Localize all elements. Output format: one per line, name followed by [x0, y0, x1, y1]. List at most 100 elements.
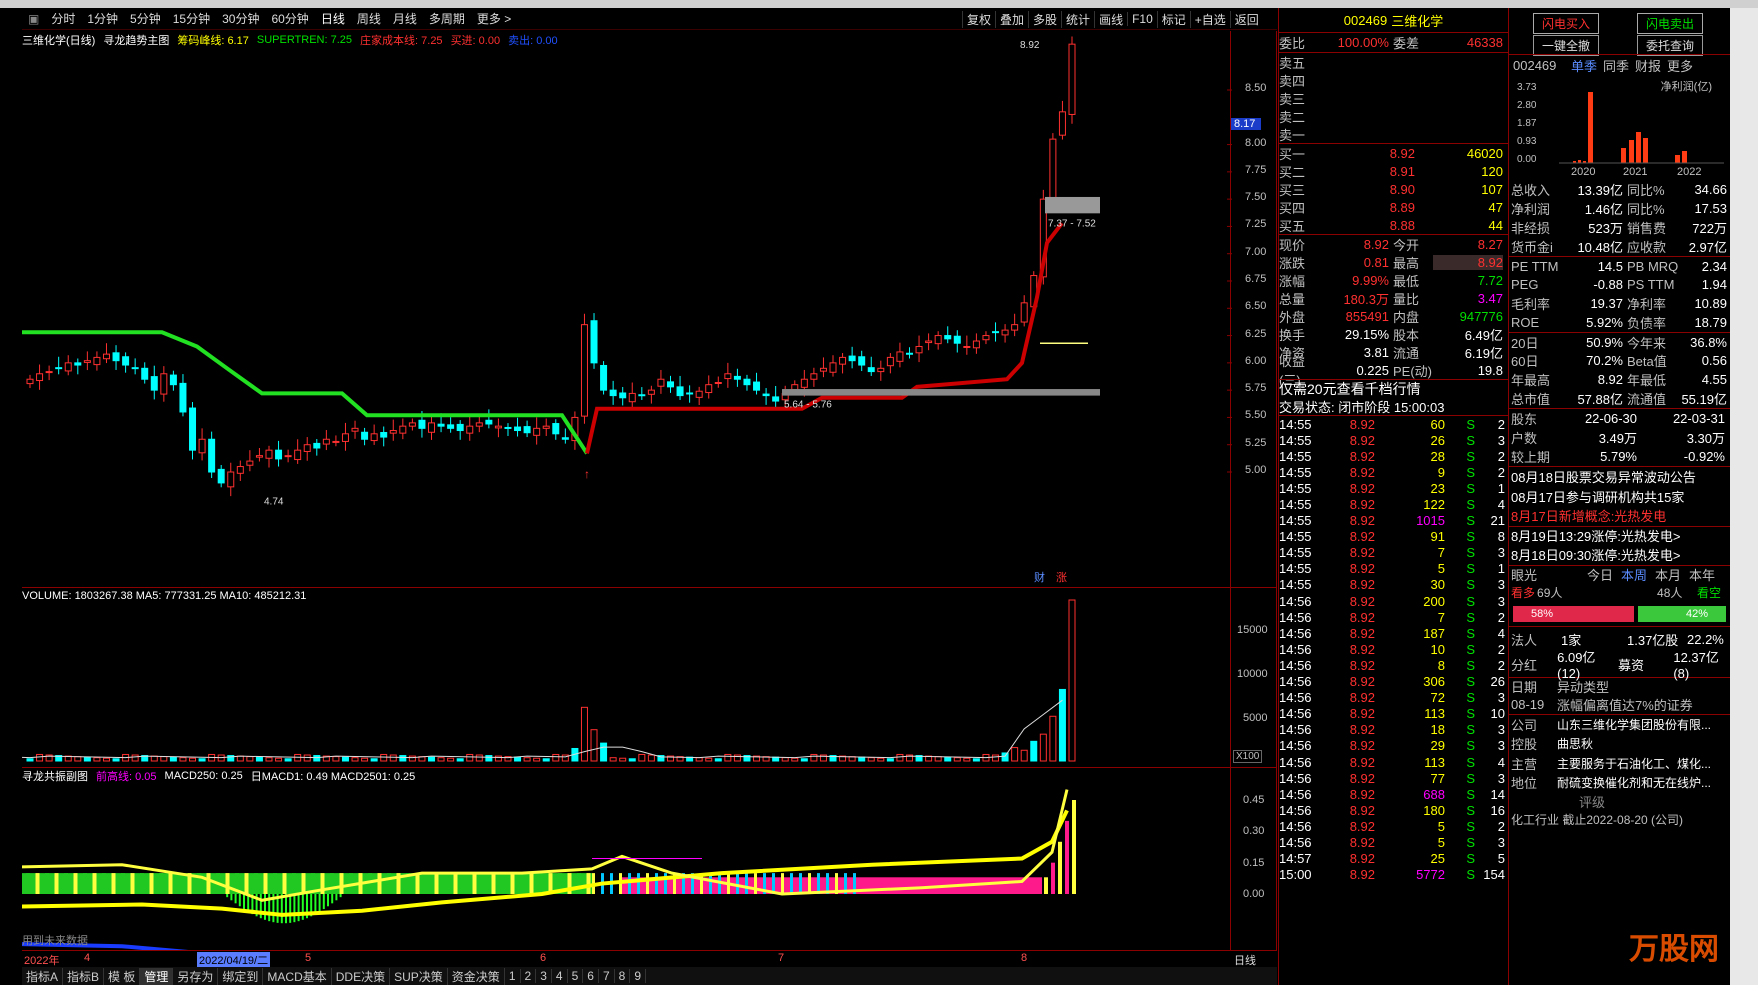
quick-buy-button[interactable]: 闪电买入 — [1533, 13, 1600, 34]
tick-time: 14:56 — [1279, 802, 1312, 818]
back-button[interactable]: 返回 — [1229, 10, 1263, 28]
tick-side: S — [1466, 722, 1475, 738]
mark-button[interactable]: 标记 — [1156, 10, 1190, 28]
news-item[interactable]: 08月18日股票交易异常波动公告 — [1509, 467, 1730, 487]
draw-line-button[interactable]: 画线 — [1094, 10, 1127, 28]
tab-num[interactable]: 4 — [552, 969, 568, 983]
yg-tab-month[interactable]: 本月 — [1655, 565, 1689, 584]
tick-time: 14:56 — [1279, 609, 1312, 625]
buy-level-label: 买二 — [1279, 164, 1306, 180]
tab-num[interactable]: 7 — [599, 969, 615, 983]
macd-hist-bar — [289, 894, 292, 923]
promo-text[interactable]: 仅需20元查看千档行情 — [1279, 379, 1421, 399]
add-watchlist-button[interactable]: +自选 — [1189, 10, 1230, 28]
tick-count: 3 — [1497, 432, 1505, 448]
macd-band-stripe — [292, 873, 296, 894]
news-title[interactable]: 08月18日股票交易异常波动公告 — [1511, 467, 1696, 486]
tab-save-as[interactable]: 另存为 — [173, 967, 219, 985]
period-tab[interactable]: 1分钟 — [81, 10, 124, 27]
more-periods-button[interactable]: 更多 > — [471, 10, 517, 27]
yg-tab-week[interactable]: 本周 — [1621, 565, 1655, 584]
macd-band-stripe — [655, 873, 658, 894]
news-title[interactable]: 8月18日09:30涨停:光热发电> — [1511, 545, 1680, 564]
volume-bar — [867, 757, 875, 762]
news-item[interactable]: 8月19日13:29涨停:光热发电> — [1509, 525, 1730, 546]
fin-label: 货币金i — [1511, 240, 1553, 255]
stat-value: 3.47 — [1477, 290, 1503, 306]
news-item[interactable]: 08月17日参与调研机构共15家 — [1509, 487, 1730, 507]
tab-num[interactable]: 5 — [568, 969, 584, 983]
volume-bar — [456, 758, 464, 762]
box-label-high: 7.37 - 7.52 — [1048, 218, 1096, 229]
volume-chart[interactable]: VOLUME: 1803267.38 MA5: 777331.25 MA10: … — [22, 588, 1277, 768]
news-title[interactable]: 8月19日13:29涨停:光热发电> — [1511, 526, 1680, 545]
candle-body — [227, 471, 235, 488]
tab-num[interactable]: 2 — [521, 969, 537, 983]
volume-bar — [169, 756, 177, 762]
tick-list[interactable]: 14:55 8.92 60 S 2 14:55 8.92 26 S 3 14:55 8.92 28 S 2 1… — [1279, 415, 1508, 883]
volume-bar — [972, 758, 980, 762]
tab-bind[interactable]: 绑定到 — [218, 967, 264, 985]
tab-macd[interactable]: MACD基本 — [263, 967, 332, 985]
tab-quarter[interactable]: 单季 — [1571, 56, 1597, 75]
period-tab[interactable]: 分时 — [45, 10, 81, 27]
cursor-date-label: 2022/04/19/二 — [197, 952, 271, 968]
period-tab[interactable]: 5分钟 — [124, 10, 167, 27]
tab-fund[interactable]: 资金决策 — [448, 967, 505, 985]
tab-indicator-a[interactable]: 指标A — [22, 967, 64, 985]
tab-indicator-b[interactable]: 指标B — [63, 967, 105, 985]
yg-tab-year[interactable]: 本年 — [1689, 565, 1715, 584]
right-scrollbar[interactable] — [1730, 8, 1758, 985]
cancel-all-button[interactable]: 一键全撤 — [1533, 35, 1600, 56]
main-kline-chart[interactable]: 三维化学(日线) 寻龙趋势主图 筹码峰线: 6.17 SUPERTREN: 7.… — [22, 31, 1277, 588]
order-query-button[interactable]: 委托查询 — [1637, 35, 1704, 56]
tab-sup[interactable]: SUP决策 — [390, 967, 448, 985]
fuquan-button[interactable]: 复权 — [962, 10, 995, 28]
tick-count: 3 — [1497, 593, 1505, 609]
news-item[interactable]: 8月17日新增概念:光热发电 — [1509, 506, 1730, 526]
event-row[interactable]: 08-19 涨幅偏离值达7%的证券 — [1509, 696, 1730, 714]
weibi-row: 委比 100.00% 委差 46338 — [1279, 32, 1508, 52]
overlay-button[interactable]: 叠加 — [995, 10, 1028, 28]
quick-sell-button[interactable]: 闪电卖出 — [1637, 13, 1704, 34]
news-title[interactable]: 08月17日参与调研机构共15家 — [1511, 487, 1684, 506]
tab-dde[interactable]: DDE决策 — [332, 967, 391, 985]
period-tab[interactable]: 多周期 — [423, 10, 471, 27]
candle-body — [1058, 111, 1066, 136]
period-tab[interactable]: 15分钟 — [167, 10, 216, 27]
volume-bar — [131, 754, 139, 762]
stat-row: 现价 8.92 今开 8.27 — [1279, 235, 1508, 253]
tab-num[interactable]: 1 — [505, 969, 521, 983]
yg-tab-today[interactable]: 今日 — [1587, 565, 1621, 584]
tab-num[interactable]: 3 — [536, 969, 552, 983]
candle-body — [762, 393, 770, 397]
period-tab[interactable]: 30分钟 — [216, 10, 265, 27]
tab-num[interactable]: 9 — [630, 969, 646, 983]
tick-time: 14:55 — [1279, 432, 1312, 448]
period-tab-daily[interactable]: 日线 — [315, 10, 351, 27]
tick-row: 14:55 8.92 122 S 4 — [1279, 496, 1508, 512]
fin-label: 应收款 — [1627, 240, 1667, 255]
period-tab[interactable]: 月线 — [387, 10, 423, 27]
period-tab[interactable]: 周线 — [351, 10, 387, 27]
tab-num[interactable]: 8 — [615, 969, 631, 983]
tab-same-quarter[interactable]: 同季 — [1603, 56, 1629, 75]
stats-button[interactable]: 统计 — [1061, 10, 1094, 28]
buy-arrow-icon: ↑ — [584, 467, 590, 481]
f10-button[interactable]: F10 — [1127, 12, 1157, 26]
fin-label: Beta值 — [1627, 354, 1667, 369]
multi-stock-button[interactable]: 多股 — [1028, 10, 1061, 28]
macd-chart[interactable]: 寻龙共振副图 前高线: 0.05 MACD250: 0.25 日MACD1: 0… — [22, 768, 1277, 950]
period-tab[interactable]: 60分钟 — [265, 10, 314, 27]
tab-more[interactable]: 更多 — [1667, 56, 1693, 75]
fin-tabs: 002469 单季 同季 财报 更多 — [1509, 54, 1730, 76]
tab-num[interactable]: 6 — [583, 969, 599, 983]
promo-row[interactable]: 仅需20元查看千档行情 — [1279, 379, 1508, 397]
toolbar-icon[interactable]: ▣ — [22, 12, 45, 26]
finance-row: 60日 70.2% Beta值 0.56 — [1509, 351, 1730, 370]
news-item[interactable]: 8月18日09:30涨停:光热发电> — [1509, 545, 1730, 565]
tab-template[interactable]: 模 板 — [104, 967, 141, 985]
news-title[interactable]: 8月17日新增概念:光热发电 — [1511, 506, 1666, 525]
tab-report[interactable]: 财报 — [1635, 56, 1661, 75]
tab-manage[interactable]: 管理 — [140, 967, 174, 985]
